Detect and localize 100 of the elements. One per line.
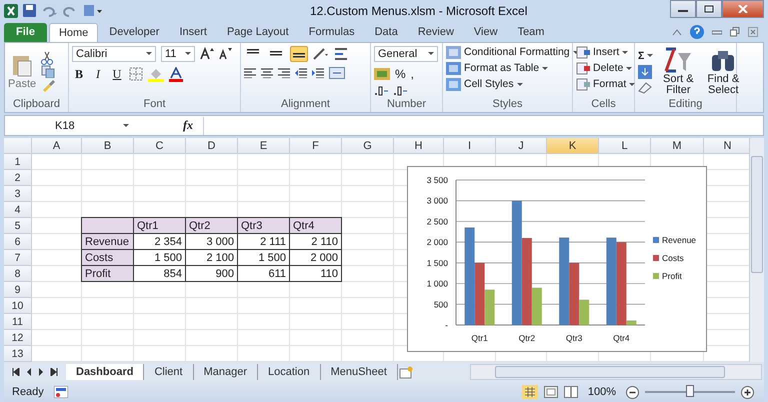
collapse-ribbon-icon[interactable] (672, 28, 682, 36)
help-icon[interactable] (690, 24, 704, 39)
cut-icon[interactable] (41, 51, 54, 66)
number-format-field[interactable]: General (374, 46, 438, 62)
horizontal-scrollbar[interactable] (470, 364, 762, 380)
ribbon-tab[interactable]: Data (366, 22, 407, 42)
cells-menu-button[interactable]: Insert (576, 46, 628, 59)
autosum-button[interactable]: Σ (638, 50, 654, 62)
wrap-text-icon[interactable] (334, 46, 348, 61)
macro-record-icon[interactable] (54, 386, 68, 398)
ribbon-tab[interactable]: Developer (100, 22, 168, 42)
column-header[interactable]: E (238, 138, 290, 154)
file-tab[interactable]: File (4, 22, 47, 42)
normal-view-icon[interactable] (522, 385, 538, 400)
ribbon-tab[interactable]: Team (508, 22, 554, 42)
percent-button[interactable]: % (395, 66, 406, 81)
restore-icon[interactable] (730, 26, 740, 37)
column-header[interactable]: B (82, 138, 134, 154)
row-header[interactable]: 2 (4, 170, 32, 186)
column-header[interactable]: A (32, 138, 82, 154)
cells-menu-button[interactable]: Delete (576, 62, 632, 75)
sheet-tab[interactable]: Location (258, 364, 321, 380)
currency-icon[interactable] (374, 68, 390, 80)
font-name-field[interactable]: Calibri (72, 46, 156, 62)
column-header[interactable]: K (547, 138, 599, 154)
align-center-icon[interactable] (261, 68, 273, 78)
column-header[interactable]: D (186, 138, 238, 154)
paste-button[interactable]: Paste (8, 53, 36, 90)
shrink-font-icon[interactable] (219, 47, 233, 60)
align-right-icon[interactable] (278, 68, 290, 78)
row-header[interactable]: 4 (4, 202, 32, 218)
merge-icon[interactable] (329, 66, 345, 79)
column-header[interactable]: I (444, 138, 496, 154)
row-header[interactable]: 5 (4, 218, 32, 234)
row-header[interactable]: 10 (4, 298, 32, 314)
first-sheet-icon[interactable] (12, 368, 20, 376)
chart-area[interactable]: - 500 1 000 1 500 2 000 2 500 3 000 3 500 Qtr1 Qtr2 Qtr3 Qtr4 Revenue Costs Profit (407, 166, 707, 352)
row-header[interactable]: 12 (4, 330, 32, 346)
eraser-icon[interactable] (638, 82, 652, 94)
zoom-in-icon[interactable] (741, 386, 754, 399)
last-sheet-icon[interactable] (50, 368, 58, 376)
previous-sheet-icon[interactable] (26, 368, 32, 376)
minimize-icon[interactable] (712, 28, 722, 35)
zoom-out-icon[interactable] (626, 386, 639, 399)
row-header[interactable]: 8 (4, 266, 32, 282)
ribbon-tab[interactable]: Review (408, 22, 463, 42)
underline-button[interactable]: U (110, 66, 124, 82)
fill-icon[interactable] (638, 64, 652, 79)
page-break-icon[interactable] (564, 386, 578, 398)
font-size-field[interactable]: 11 (161, 46, 195, 62)
column-header[interactable]: G (342, 138, 394, 154)
row-header[interactable]: 3 (4, 186, 32, 202)
save-icon[interactable] (23, 4, 36, 18)
sheet-tab[interactable]: MenuSheet (320, 364, 398, 380)
sort-filter-button[interactable]: Sort & Filter (658, 47, 698, 96)
sheet-tab[interactable]: Manager (194, 364, 258, 380)
column-header[interactable]: L (599, 138, 651, 154)
insert-function-button[interactable]: fx (133, 118, 203, 134)
grow-font-icon[interactable] (200, 47, 214, 60)
insert-sheet-icon[interactable] (398, 366, 414, 379)
zoom-level[interactable]: 100% (588, 386, 616, 398)
ribbon-tab[interactable]: Formulas (300, 22, 364, 42)
column-header[interactable]: J (496, 138, 547, 154)
italic-button[interactable]: I (91, 66, 105, 82)
borders-icon[interactable] (129, 67, 143, 82)
row-header[interactable]: 11 (4, 314, 32, 330)
row-header[interactable]: 1 (4, 154, 32, 170)
row-header[interactable]: 13 (4, 346, 32, 362)
row-header[interactable]: 6 (4, 234, 32, 250)
row-header[interactable]: 7 (4, 250, 32, 266)
row-header[interactable]: 9 (4, 282, 32, 298)
align-left-icon[interactable] (244, 68, 256, 78)
close-icon[interactable] (748, 26, 758, 37)
ribbon-tab[interactable]: Insert (170, 22, 216, 42)
decrease-indent-icon[interactable] (295, 68, 307, 78)
sheet-tab[interactable]: Client (144, 364, 194, 380)
styles-menu-button[interactable]: Format as Table (446, 62, 548, 75)
bold-button[interactable]: B (72, 66, 86, 82)
column-header[interactable]: M (651, 138, 704, 154)
decrease-decimal-icon[interactable] (393, 86, 407, 96)
brush-icon[interactable] (41, 78, 56, 92)
zoom-slider-thumb[interactable] (686, 385, 694, 398)
column-header[interactable]: F (290, 138, 342, 154)
increase-indent-icon[interactable] (312, 68, 324, 78)
next-sheet-icon[interactable] (38, 368, 44, 376)
ribbon-tab[interactable]: Page Layout (218, 22, 298, 42)
increase-decimal-icon[interactable] (374, 86, 388, 96)
copy-icon[interactable] (41, 65, 58, 78)
align-button[interactable] (290, 46, 308, 62)
sheet-tab[interactable]: Dashboard (66, 364, 144, 380)
customize-toolbar-icon[interactable] (83, 4, 103, 18)
page-layout-icon[interactable] (544, 386, 558, 398)
find-select-button[interactable]: Find & Select (703, 47, 744, 96)
cells-menu-button[interactable]: Format (576, 78, 636, 91)
styles-menu-button[interactable]: Cell Styles (446, 78, 523, 91)
vertical-scrollbar[interactable] (749, 138, 764, 362)
ribbon-tab[interactable]: View (464, 22, 507, 42)
column-header[interactable]: H (394, 138, 444, 154)
maximize-button[interactable] (696, 0, 722, 18)
column-header[interactable]: C (134, 138, 186, 154)
